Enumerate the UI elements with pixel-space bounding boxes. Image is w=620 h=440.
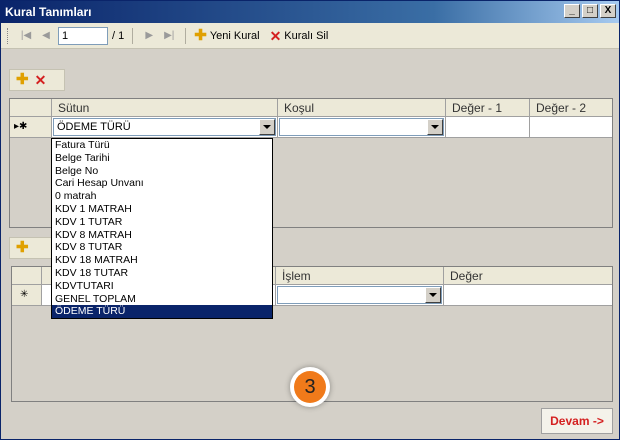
list-item[interactable]: KDV 1 MATRAH [52, 203, 272, 216]
column-header-kosul[interactable]: Koşul [278, 99, 446, 117]
column-header-sutun[interactable]: Sütun [52, 99, 278, 117]
continue-button[interactable]: Devam -> [541, 408, 613, 434]
sutun-cell[interactable]: ÖDEME TÜRÜ [52, 117, 278, 137]
list-item[interactable]: KDV 18 TUTAR [52, 267, 272, 280]
list-item[interactable]: KDV 18 MATRAH [52, 254, 272, 267]
page-number-input[interactable]: 1 [58, 26, 108, 45]
chevron-down-icon[interactable] [427, 119, 443, 135]
minimize-button[interactable]: _ [564, 4, 580, 18]
sutun-combo-value: ÖDEME TÜRÜ [57, 121, 131, 133]
rule-definitions-window: Kural Tanımları _ □ X |◀ ◀ 1 / 1 ▶ ▶| ✚ … [0, 0, 620, 440]
window-controls: _ □ X [564, 4, 616, 18]
new-rule-button[interactable]: ✚ Yeni Kural [194, 26, 260, 44]
toolbar-grip[interactable] [7, 27, 10, 44]
delete-icon: ✕ [269, 27, 282, 44]
conditions-grid-header: Sütun Koşul Değer - 1 Değer - 2 [10, 99, 612, 117]
toolbar-separator [185, 27, 187, 44]
kosul-cell[interactable] [278, 117, 446, 137]
column-header-deger[interactable]: Değer [444, 267, 612, 285]
delete-condition-icon[interactable]: ✕ [35, 73, 47, 87]
islem-combo[interactable] [277, 286, 442, 304]
new-row-marker: ✳ [12, 285, 42, 305]
list-item[interactable]: KDV 1 TUTAR [52, 216, 272, 229]
add-condition-icon[interactable]: ✚ [16, 72, 29, 87]
close-button[interactable]: X [600, 4, 616, 18]
step-badge: 3 [290, 367, 330, 407]
sutun-combo[interactable]: ÖDEME TÜRÜ [53, 118, 276, 136]
list-item[interactable]: Fatura Türü [52, 139, 272, 152]
row-selector-header [12, 267, 42, 285]
chevron-down-icon[interactable] [425, 287, 441, 303]
last-page-icon[interactable]: ▶| [161, 28, 177, 44]
row-selector-header [10, 99, 52, 117]
column-header-deger-2[interactable]: Değer - 2 [530, 99, 612, 117]
list-item[interactable]: KDVTUTARI [52, 280, 272, 293]
deger-1-cell[interactable] [446, 117, 530, 137]
list-item[interactable]: Belge Tarihi [52, 152, 272, 165]
column-header-islem[interactable]: İşlem [276, 267, 444, 285]
previous-page-icon[interactable]: ◀ [38, 28, 54, 44]
column-header-deger-1[interactable]: Değer - 1 [446, 99, 530, 117]
window-title: Kural Tanımları [5, 5, 92, 19]
list-item[interactable]: 0 matrah [52, 190, 272, 203]
list-item-selected[interactable]: ÖDEME TÜRÜ [52, 305, 272, 319]
deger-cell[interactable] [444, 285, 612, 305]
sutun-dropdown-list[interactable]: Fatura Türü Belge Tarihi Belge No Cari H… [51, 138, 273, 320]
page-total: / 1 [112, 29, 125, 42]
conditions-toolbar: ✚ ✕ [9, 69, 65, 91]
delete-rule-label: Kuralı Sil [284, 29, 329, 42]
deger-2-cell[interactable] [530, 117, 612, 137]
next-page-icon[interactable]: ▶ [141, 28, 157, 44]
toolbar-separator [132, 27, 134, 44]
chevron-down-icon[interactable] [259, 119, 275, 135]
kosul-combo[interactable] [279, 118, 444, 136]
list-item[interactable]: GENEL TOPLAM [52, 293, 272, 306]
list-item[interactable]: Belge No [52, 165, 272, 178]
step-number: 3 [294, 371, 326, 403]
add-action-icon[interactable]: ✚ [16, 240, 29, 255]
list-item[interactable]: KDV 8 TUTAR [52, 241, 272, 254]
new-rule-label: Yeni Kural [209, 29, 260, 42]
delete-rule-button[interactable]: ✕ Kuralı Sil [270, 29, 329, 43]
islem-cell[interactable] [276, 285, 444, 305]
first-page-icon[interactable]: |◀ [18, 28, 34, 44]
navigation-toolbar: |◀ ◀ 1 / 1 ▶ ▶| ✚ Yeni Kural ✕ Kuralı Si… [1, 23, 619, 49]
table-row[interactable]: ▸✱ ÖDEME TÜRÜ [10, 117, 612, 138]
add-icon: ✚ [194, 26, 207, 44]
list-item[interactable]: Cari Hesap Unvanı [52, 177, 272, 190]
maximize-button[interactable]: □ [582, 4, 598, 18]
new-row-marker: ▸✱ [10, 117, 52, 137]
title-bar[interactable]: Kural Tanımları _ □ X [1, 1, 619, 23]
list-item[interactable]: KDV 8 MATRAH [52, 229, 272, 242]
